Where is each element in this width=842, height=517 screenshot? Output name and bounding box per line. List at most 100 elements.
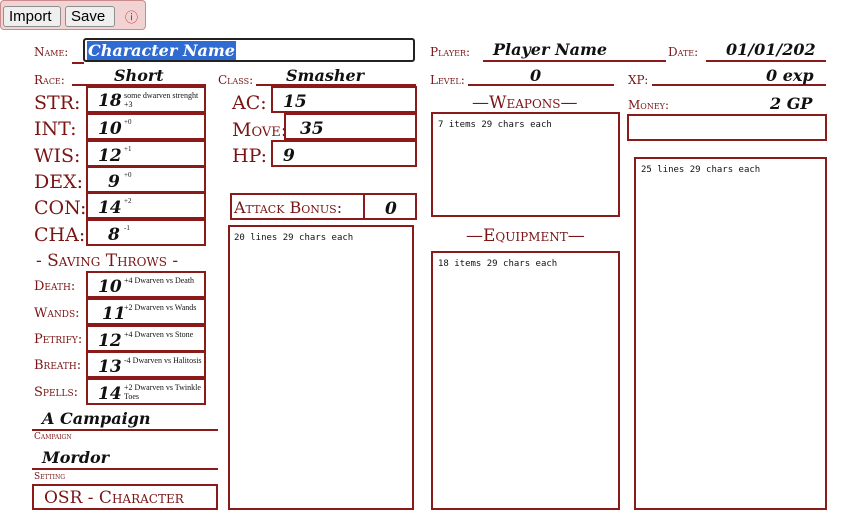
character-name-value: Character Name xyxy=(87,41,236,60)
date-field[interactable]: 01/01/202 xyxy=(706,40,826,62)
hp-label: HP: xyxy=(232,145,268,167)
hp-value: 9 xyxy=(283,146,295,166)
save-label: Wands: xyxy=(34,306,80,321)
name-underline xyxy=(72,62,84,64)
hp-box[interactable]: 9 xyxy=(271,140,417,167)
save-box[interactable]: 11 +2 Dwarven vs Wands xyxy=(86,298,206,325)
setting-field[interactable]: Mordor xyxy=(32,448,218,470)
stat-note: +2 xyxy=(124,197,132,205)
xp-label: XP: xyxy=(628,73,649,87)
stat-box[interactable]: 8 -1 xyxy=(86,219,206,246)
attack-bonus-value: 0 xyxy=(385,199,397,219)
save-box[interactable]: 14 +2 Dwarven vs Twinkle Toes xyxy=(86,378,206,405)
stat-label: STR: xyxy=(34,92,81,114)
character-name-input[interactable]: Character Name xyxy=(83,38,415,62)
import-button[interactable]: Import xyxy=(3,6,61,27)
save-box[interactable]: 12 +4 Dwarven vs Stone xyxy=(86,325,206,352)
toolbar: Import Save ⓘ xyxy=(0,0,146,30)
save-value: 12 xyxy=(98,331,122,351)
race-field[interactable]: Short xyxy=(72,66,206,86)
player-field[interactable]: Player Name xyxy=(483,40,666,62)
attack-bonus-box[interactable]: 0 xyxy=(363,193,417,220)
level-field[interactable]: 0 xyxy=(468,66,614,86)
save-label: Breath: xyxy=(34,358,82,373)
race-label: Race: xyxy=(34,73,65,87)
save-value: 11 xyxy=(102,304,126,324)
save-note: -4 Dwarven vs Halitosis xyxy=(124,356,202,365)
footer-title: OSR - Character xyxy=(44,488,184,508)
stat-box[interactable]: 18 some dwarven strenght +3 xyxy=(86,86,206,113)
ac-box[interactable]: 15 xyxy=(271,86,417,113)
save-note: +2 Dwarven vs Twinkle Toes xyxy=(124,383,201,401)
stat-box[interactable]: 10 +0 xyxy=(86,113,206,140)
move-box[interactable]: 35 xyxy=(284,113,417,140)
date-value: 01/01/202 xyxy=(726,40,816,59)
save-box[interactable]: 10 +4 Dwarven vs Death xyxy=(86,271,206,298)
stat-note: +0 xyxy=(124,118,132,126)
stat-box[interactable]: 12 +1 xyxy=(86,140,206,167)
equipment-textarea[interactable]: 18 items 29 chars each xyxy=(431,251,620,510)
attack-bonus-label-box: Attack Bonus: xyxy=(230,193,364,220)
save-note: +4 Dwarven vs Death xyxy=(124,276,195,285)
stat-value: 18 xyxy=(98,91,122,111)
class-label: Class: xyxy=(218,73,254,87)
stat-note: some dwarven strenght +3 xyxy=(124,91,199,109)
save-note: +2 Dwarven vs Wands xyxy=(124,303,197,312)
save-value: 14 xyxy=(98,384,122,404)
equipment-placeholder: 18 items 29 chars each xyxy=(438,259,558,269)
stat-box[interactable]: 14 +2 xyxy=(86,192,206,219)
notes-textarea[interactable]: 20 lines 29 chars each xyxy=(228,225,414,510)
saving-throws-title: - Saving Throws - xyxy=(36,251,179,271)
stat-value: 14 xyxy=(98,198,122,218)
campaign-field[interactable]: A Campaign xyxy=(32,409,218,431)
money-label: Money: xyxy=(628,98,670,112)
stat-value: 10 xyxy=(98,119,122,139)
ac-label: AC: xyxy=(232,92,267,114)
equipment-title: —Equipment— xyxy=(466,226,585,246)
campaign-label: Campaign xyxy=(34,432,72,442)
stat-label: WIS: xyxy=(34,145,81,167)
race-value: Short xyxy=(114,66,164,85)
level-value: 0 xyxy=(530,66,542,85)
stat-note: +1 xyxy=(124,145,132,153)
stat-value: 8 xyxy=(108,225,120,245)
inventory-placeholder: 25 lines 29 chars each xyxy=(641,165,761,175)
setting-label: Setting xyxy=(34,472,66,482)
stat-value: 12 xyxy=(98,146,122,166)
player-value: Player Name xyxy=(493,40,608,59)
class-field[interactable]: Smasher xyxy=(256,66,416,86)
save-note: +4 Dwarven vs Stone xyxy=(124,330,194,339)
name-label: Name: xyxy=(34,45,69,59)
date-label: Date: xyxy=(668,45,699,59)
setting-value: Mordor xyxy=(42,448,110,467)
campaign-value: A Campaign xyxy=(42,409,151,428)
attack-bonus-label: Attack Bonus: xyxy=(234,198,343,217)
inventory-textarea[interactable]: 25 lines 29 chars each xyxy=(634,157,827,510)
save-value: 13 xyxy=(98,357,122,377)
ac-value: 15 xyxy=(283,92,307,112)
xp-field[interactable]: 0 exp xyxy=(652,66,826,86)
notes-placeholder: 20 lines 29 chars each xyxy=(234,233,354,243)
stat-value: 9 xyxy=(108,172,120,192)
money-value: 2 GP xyxy=(770,94,813,113)
save-label: Spells: xyxy=(34,385,79,400)
save-button[interactable]: Save xyxy=(65,6,115,27)
save-box[interactable]: 13 -4 Dwarven vs Halitosis xyxy=(86,351,206,378)
weapons-placeholder: 7 items 29 chars each xyxy=(438,120,552,130)
save-label: Death: xyxy=(34,279,76,294)
stat-note: +0 xyxy=(124,171,132,179)
stat-box[interactable]: 9 +0 xyxy=(86,166,206,193)
stat-label: CHA: xyxy=(34,224,86,246)
move-value: 35 xyxy=(300,119,324,139)
stat-label: CON: xyxy=(34,197,87,219)
xp-value: 0 exp xyxy=(766,66,814,85)
money-box[interactable] xyxy=(627,114,827,141)
warning-icon[interactable]: ⓘ xyxy=(125,7,138,26)
stat-label: INT: xyxy=(34,118,77,140)
weapons-textarea[interactable]: 7 items 29 chars each xyxy=(431,112,620,217)
footer-title-box: OSR - Character xyxy=(32,484,218,510)
level-label: Level: xyxy=(430,73,465,87)
move-label: Move: xyxy=(232,119,288,141)
save-label: Petrify: xyxy=(34,332,83,347)
save-value: 10 xyxy=(98,277,122,297)
